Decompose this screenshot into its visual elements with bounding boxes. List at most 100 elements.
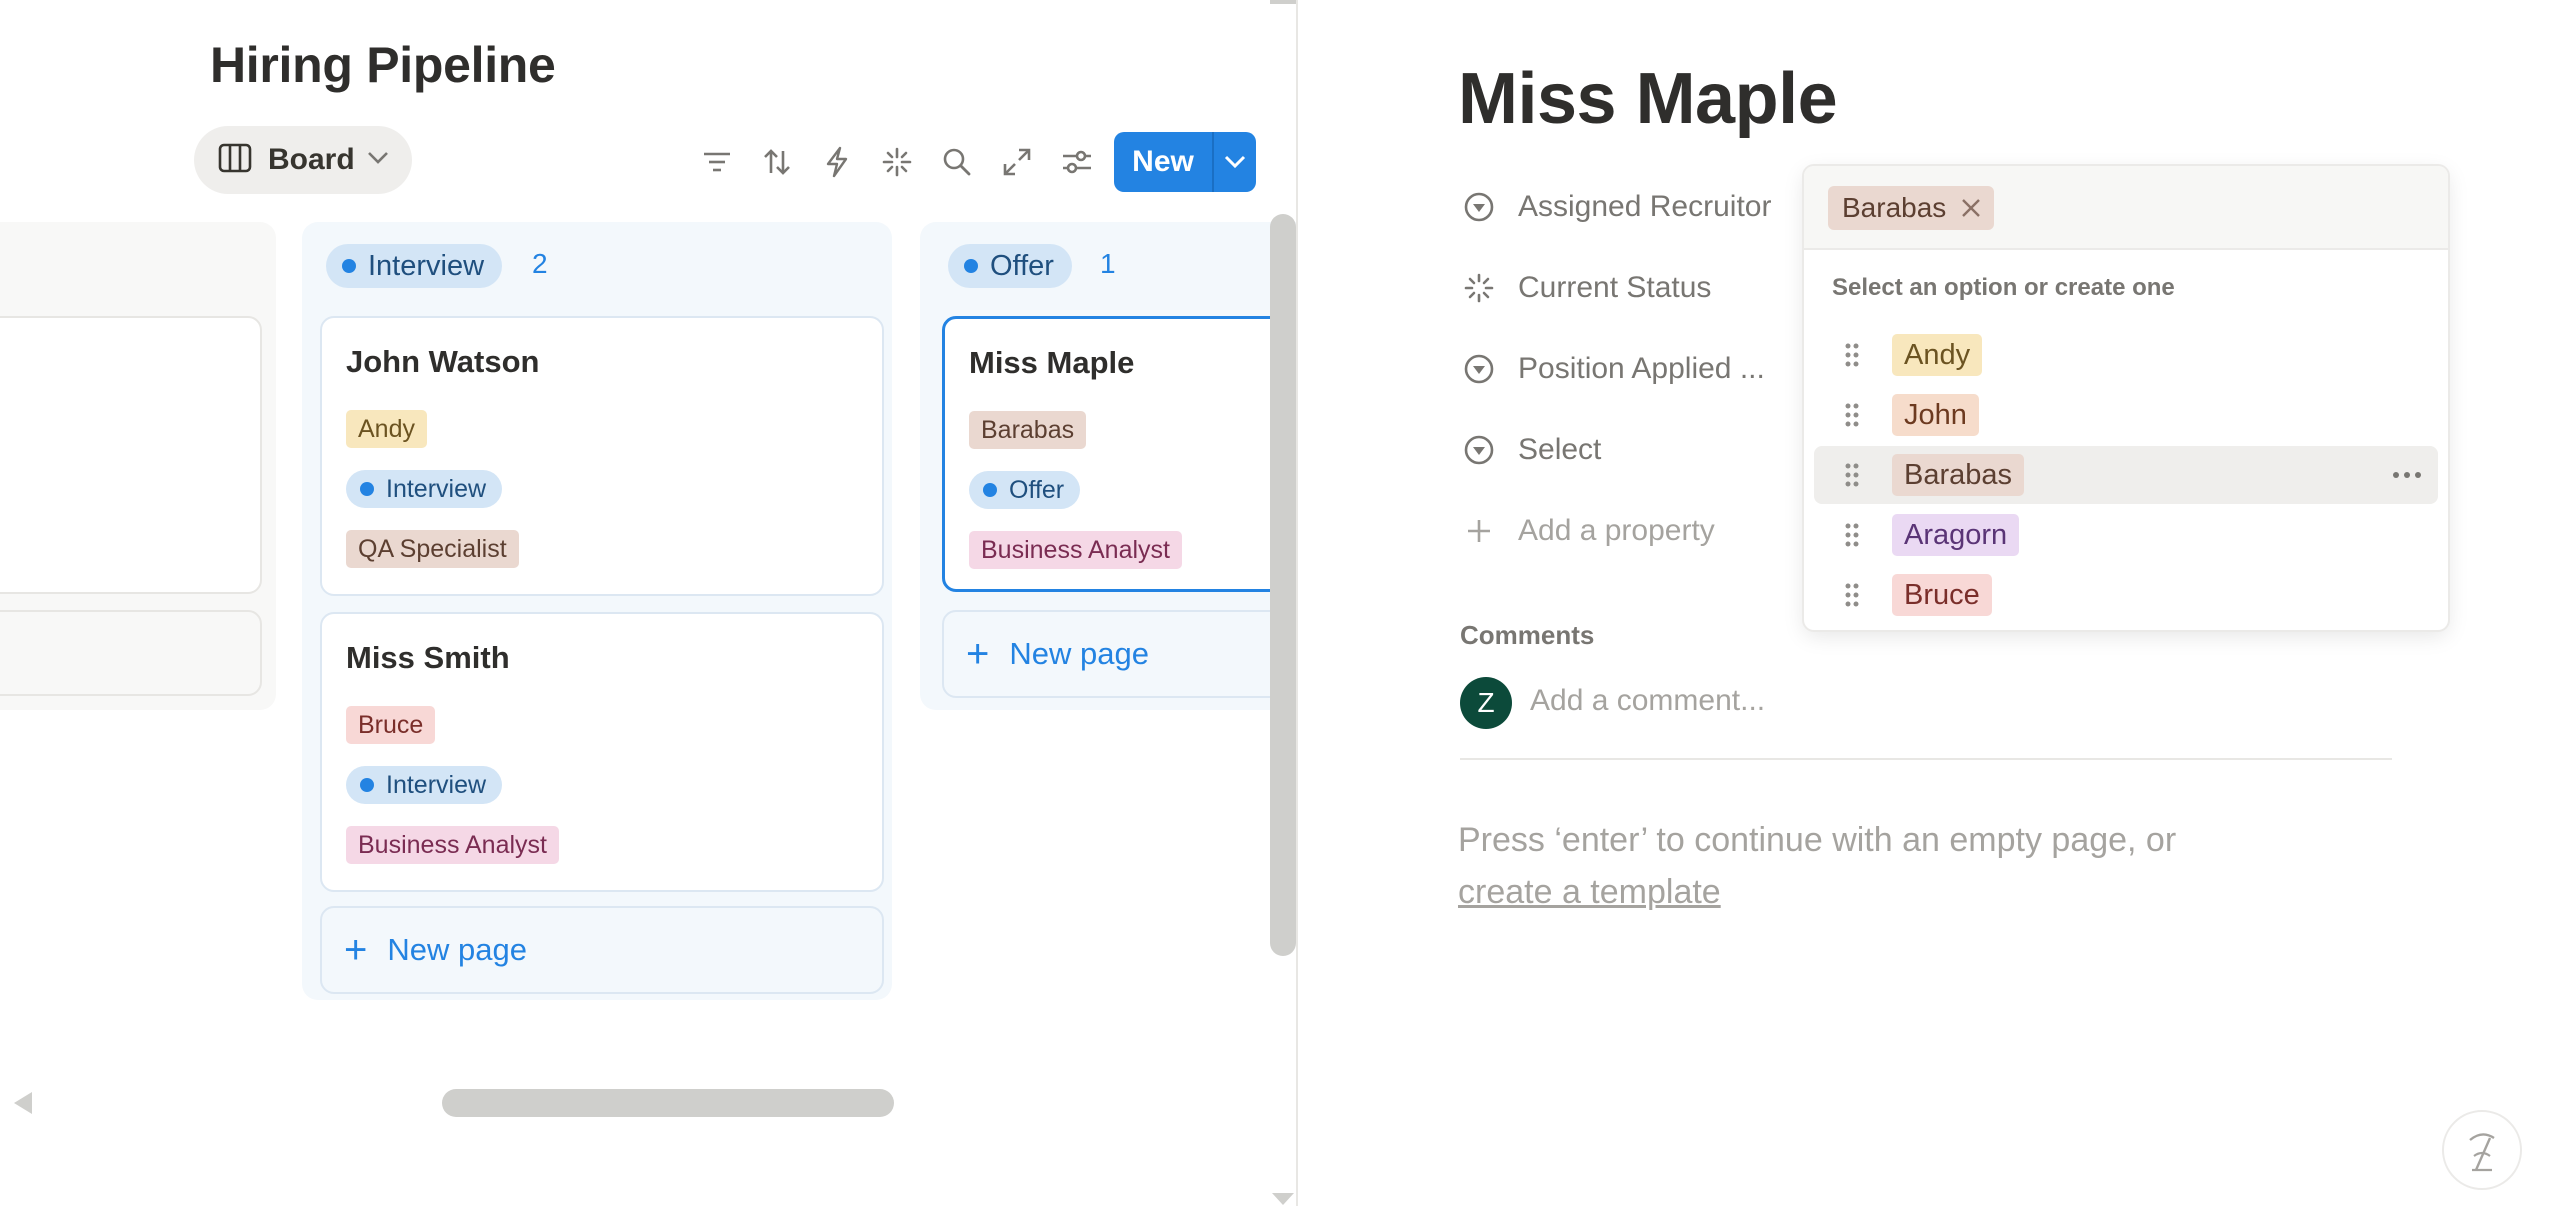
pane-divider[interactable] xyxy=(1296,0,1298,1206)
horizontal-scrollbar-thumb[interactable] xyxy=(442,1089,894,1117)
status-dot xyxy=(964,259,978,273)
drag-handle-icon[interactable] xyxy=(1840,342,1864,368)
status-icon xyxy=(1462,271,1496,305)
option-andy[interactable]: Andy xyxy=(1814,326,2438,384)
filter-icon[interactable] xyxy=(700,145,734,179)
column-header-interview[interactable]: Interview xyxy=(326,244,503,288)
view-label: Board xyxy=(268,143,355,176)
new-page-label: New page xyxy=(1009,636,1149,671)
scroll-down-arrow-icon[interactable] xyxy=(1270,1192,1296,1206)
select-icon xyxy=(1462,190,1496,224)
chevron-down-icon xyxy=(367,151,389,170)
recruiter-tag: Andy xyxy=(346,410,427,448)
board-card-miss-maple[interactable]: Miss Maple Barabas Offer Business Analys… xyxy=(942,316,1296,592)
property-label: Select xyxy=(1518,433,1602,466)
status-label: Offer xyxy=(1009,475,1065,504)
board-card[interactable] xyxy=(0,316,262,594)
scroll-left-arrow-icon[interactable] xyxy=(12,1090,34,1121)
option-label: Andy xyxy=(1892,334,1983,376)
view-switcher-button[interactable]: Board xyxy=(194,126,412,194)
column-title: Offer xyxy=(990,249,1054,282)
select-search-input[interactable]: Barabas xyxy=(1804,166,2448,250)
comment-divider xyxy=(1460,758,2392,760)
property-current-status[interactable]: Current Status xyxy=(1462,271,1711,305)
vertical-scrollbar-thumb[interactable] xyxy=(1270,214,1296,956)
avatar: Z xyxy=(1460,677,1512,729)
select-hint: Select an option or create one xyxy=(1832,274,2175,301)
recruiter-select-dropdown: Barabas Select an option or create one A… xyxy=(1804,166,2448,630)
card-title: John Watson xyxy=(346,344,540,379)
automation-icon[interactable] xyxy=(820,145,854,179)
card-title: Miss Maple xyxy=(969,345,1135,380)
status-label: Interview xyxy=(386,474,487,503)
option-aragorn[interactable]: Aragorn xyxy=(1814,506,2438,564)
detail-title[interactable]: Miss Maple xyxy=(1458,58,1838,140)
option-label: John xyxy=(1892,394,1979,436)
new-page-button[interactable]: + New page xyxy=(942,610,1296,698)
property-select[interactable]: Select xyxy=(1462,433,1601,467)
position-tag: Business Analyst xyxy=(346,826,559,864)
status-tag: Offer xyxy=(969,471,1081,509)
plus-icon: + xyxy=(344,928,368,972)
position-tag: Business Analyst xyxy=(969,531,1182,569)
recruiter-tag: Barabas xyxy=(969,411,1087,449)
settings-icon[interactable] xyxy=(1060,145,1094,179)
column-header-offer[interactable]: Offer xyxy=(948,244,1072,288)
drag-handle-icon[interactable] xyxy=(1840,402,1864,428)
selected-option-chip[interactable]: Barabas xyxy=(1828,186,1995,230)
create-template-link[interactable]: create a template xyxy=(1458,866,1721,918)
plus-icon xyxy=(1462,514,1496,548)
board-card-miss-smith[interactable]: Miss Smith Bruce Interview Business Anal… xyxy=(320,612,884,892)
board-column-previous xyxy=(0,222,276,710)
select-icon xyxy=(1462,433,1496,467)
chevron-down-icon[interactable] xyxy=(1214,155,1256,169)
expand-icon[interactable] xyxy=(1000,145,1034,179)
comment-input[interactable]: Add a comment... xyxy=(1530,684,1765,718)
status-tag: Interview xyxy=(346,470,503,508)
ai-icon[interactable] xyxy=(880,145,914,179)
more-options-icon[interactable] xyxy=(2392,462,2422,493)
new-page-button[interactable] xyxy=(0,610,262,696)
status-label: Interview xyxy=(386,770,487,799)
add-property-label: Add a property xyxy=(1518,514,1715,547)
option-label: Aragorn xyxy=(1892,514,2020,556)
empty-page-hint: Press ‘enter’ to continue with an empty … xyxy=(1458,821,2177,859)
new-button-label: New xyxy=(1132,145,1194,178)
new-button[interactable]: New xyxy=(1114,132,1256,192)
property-assigned-recruitor[interactable]: Assigned Recruitor xyxy=(1462,190,1771,224)
drag-handle-icon[interactable] xyxy=(1840,462,1864,488)
option-label: Barabas xyxy=(1892,454,2025,496)
column-title: Interview xyxy=(368,249,485,282)
option-bruce[interactable]: Bruce xyxy=(1814,566,2438,624)
status-dot xyxy=(983,483,997,497)
help-assistant-button[interactable] xyxy=(2442,1110,2522,1190)
property-position-applied[interactable]: Position Applied ... xyxy=(1462,352,1765,386)
board-view-icon xyxy=(218,143,252,178)
status-dot xyxy=(360,778,374,792)
new-page-label: New page xyxy=(387,932,527,967)
comments-heading: Comments xyxy=(1460,620,1595,650)
card-title: Miss Smith xyxy=(346,640,510,675)
search-icon[interactable] xyxy=(940,145,974,179)
status-dot xyxy=(360,482,374,496)
position-tag: QA Specialist xyxy=(346,530,519,568)
option-label: Bruce xyxy=(1892,574,1992,616)
property-label: Assigned Recruitor xyxy=(1518,190,1772,223)
column-count: 1 xyxy=(1100,248,1116,279)
property-label: Position Applied ... xyxy=(1518,352,1765,385)
assistant-icon xyxy=(2469,1133,2495,1172)
add-property-button[interactable]: Add a property xyxy=(1462,514,1715,548)
board-card-john-watson[interactable]: John Watson Andy Interview QA Specialist xyxy=(320,316,884,596)
selected-option-label: Barabas xyxy=(1842,192,1947,223)
status-tag: Interview xyxy=(346,766,503,804)
option-barabas[interactable]: Barabas xyxy=(1814,446,2438,504)
sort-icon[interactable] xyxy=(760,145,794,179)
new-page-button[interactable]: + New page xyxy=(320,906,884,994)
select-icon xyxy=(1462,352,1496,386)
close-icon[interactable] xyxy=(1960,197,1982,219)
status-dot xyxy=(342,259,356,273)
drag-handle-icon[interactable] xyxy=(1840,582,1864,608)
option-john[interactable]: John xyxy=(1814,386,2438,444)
plus-icon: + xyxy=(966,632,990,676)
drag-handle-icon[interactable] xyxy=(1840,522,1864,548)
